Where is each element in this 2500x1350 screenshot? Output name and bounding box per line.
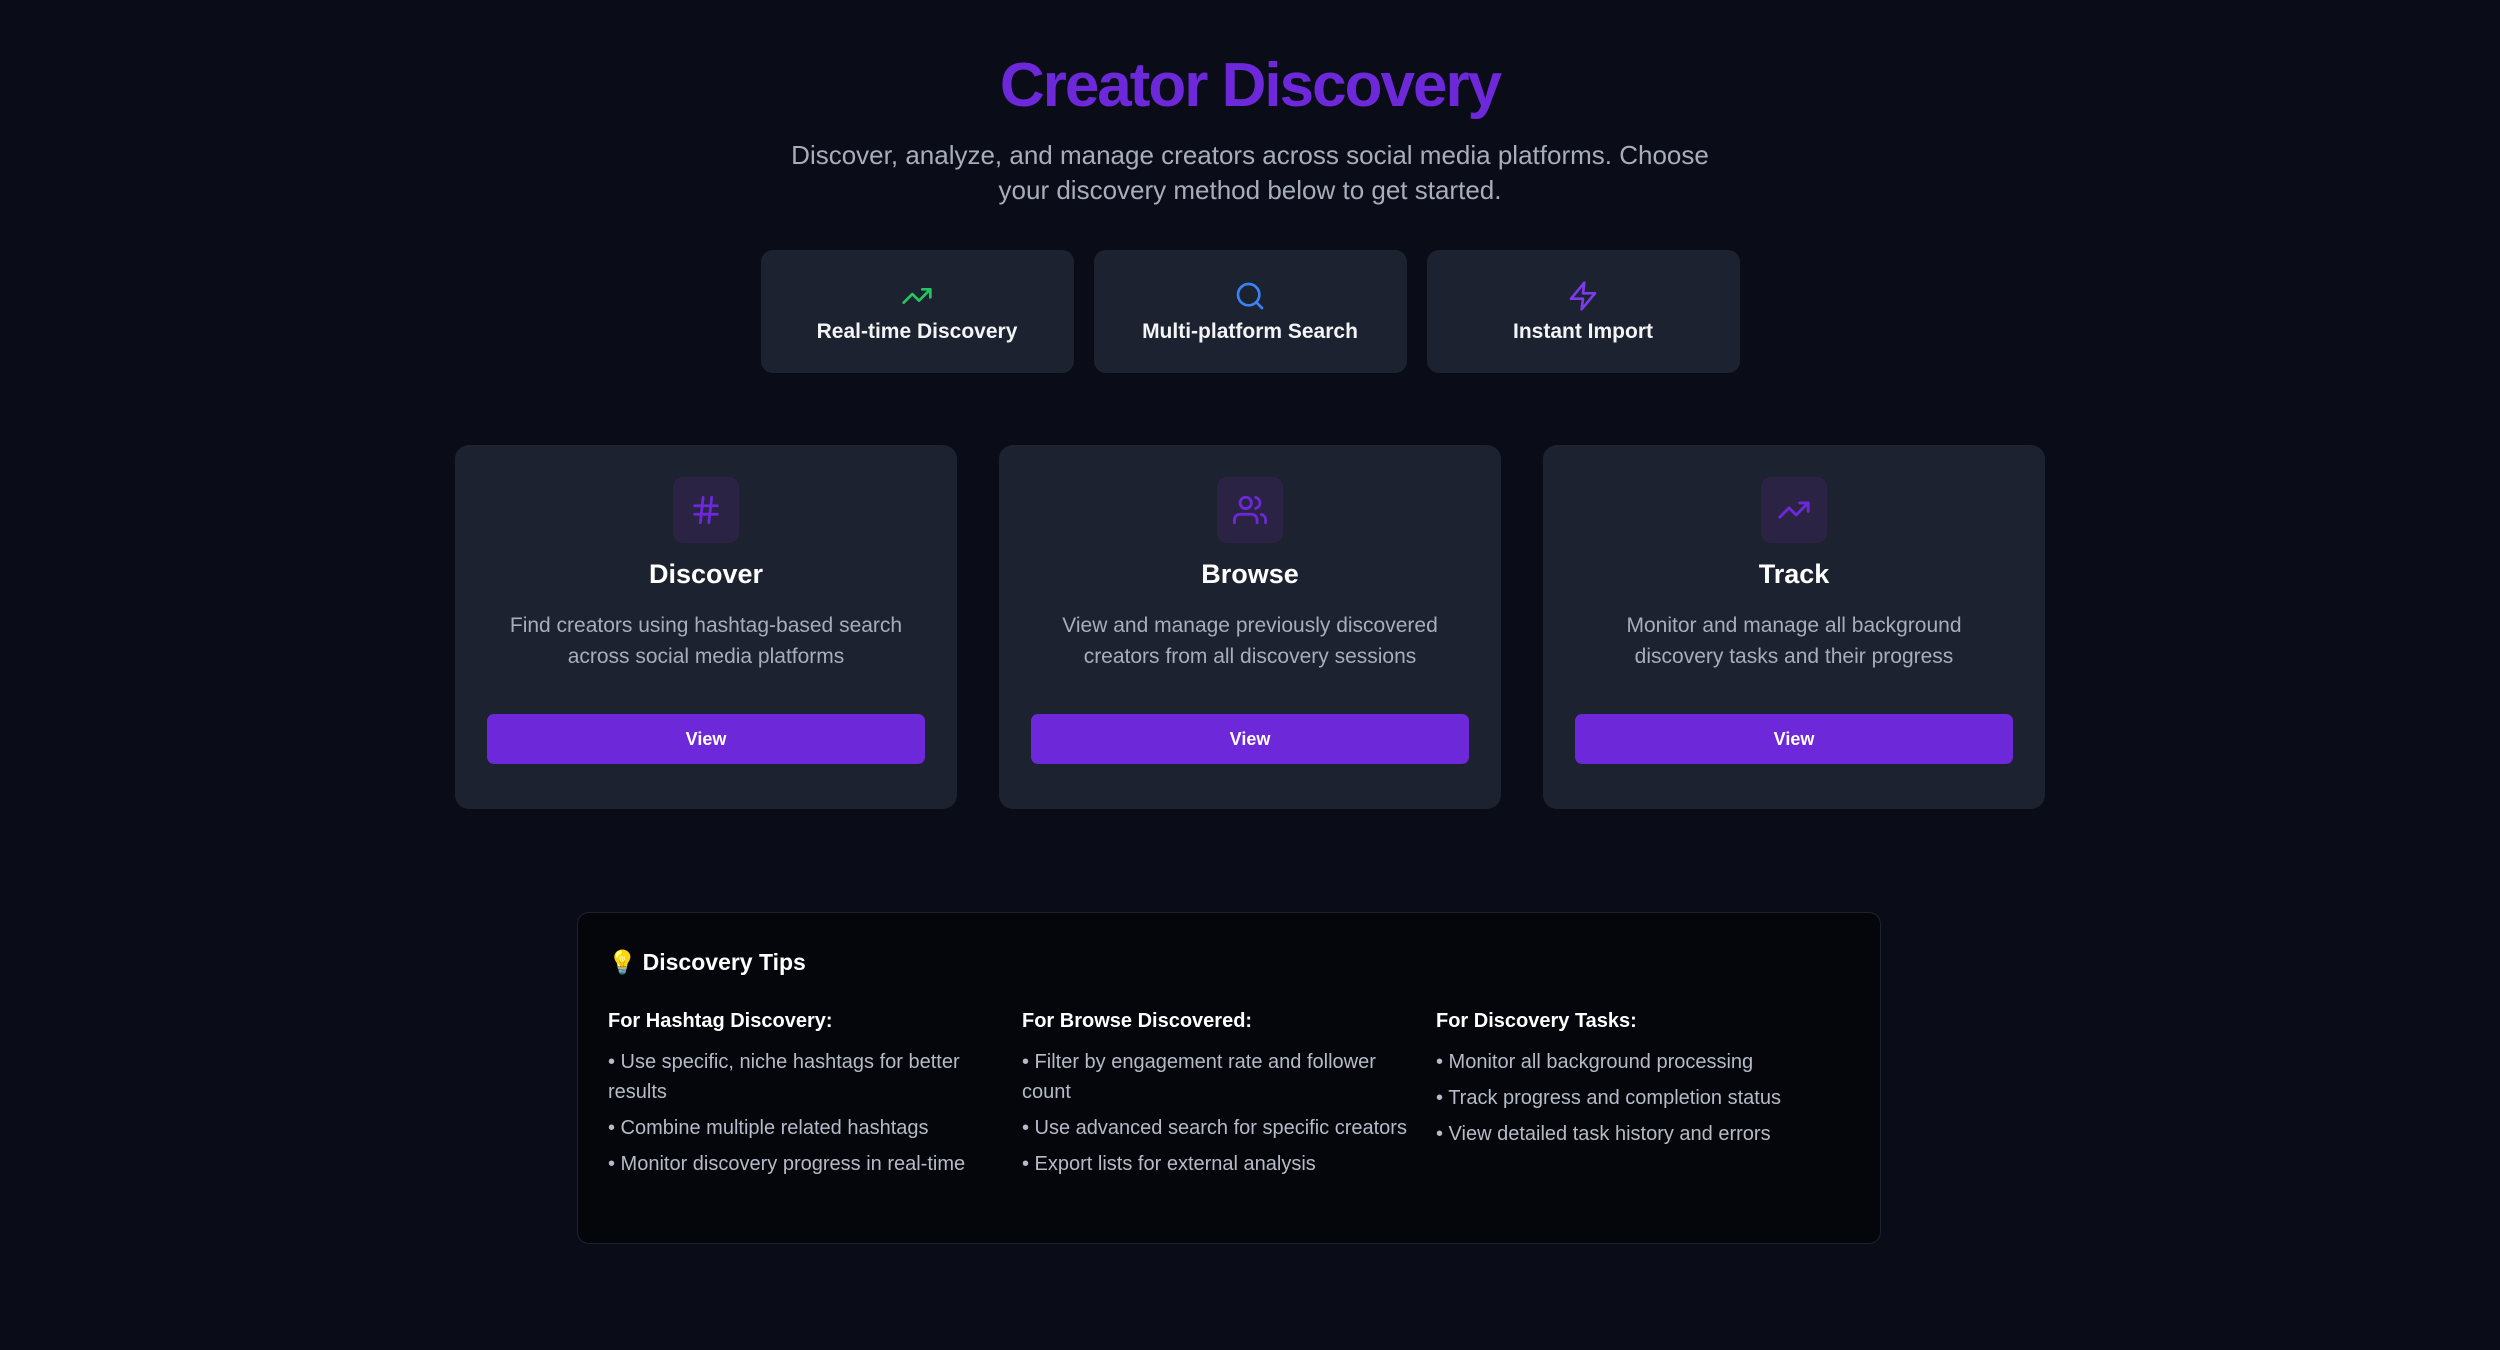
card-title: Track [1758, 559, 1830, 589]
tips-column-title: For Browse Discovered: [1022, 1010, 1253, 1032]
zap-icon [1569, 280, 1597, 311]
list-item: • Combine multiple related hashtags [608, 1117, 929, 1139]
trending-up-icon [902, 287, 932, 304]
tips-columns: For Hashtag Discovery: • Use specific, n… [608, 1010, 1850, 1185]
feature-multi-platform-search: Multi-platform Search [1093, 250, 1407, 373]
list-item: • View detailed task history and errors [1436, 1123, 1771, 1145]
card-description: View and manage previously discovered cr… [1062, 614, 1438, 668]
track-card: Track Monitor and manage all background … [1543, 445, 2045, 809]
page-title: Creator Discovery [999, 51, 1502, 120]
feature-label: Instant Import [1513, 319, 1653, 343]
card-icon-container [673, 477, 739, 543]
search-icon [1236, 282, 1264, 309]
track-view-button[interactable]: View [1575, 714, 2013, 764]
browse-view-button[interactable]: View [1031, 714, 1469, 764]
tips-list: • Monitor all background processing • Tr… [1436, 1047, 1826, 1149]
hashtag-icon [693, 495, 719, 525]
trending-up-icon [1778, 501, 1810, 519]
tips-heading: 💡 Discovery Tips [608, 949, 1850, 976]
card-title: Browse [1201, 559, 1299, 589]
feature-instant-import: Instant Import [1426, 250, 1740, 373]
card-icon-container [1217, 477, 1283, 543]
list-item: • Track progress and completion status [1436, 1087, 1781, 1109]
page: Creator Discovery Discover, analyze, and… [0, 0, 2500, 1350]
discover-card: Discover Find creators using hashtag-bas… [455, 445, 957, 809]
list-item: • Filter by engagement rate and follower… [1022, 1051, 1376, 1103]
tips-column-tasks: For Discovery Tasks: • Monitor all backg… [1436, 1010, 1850, 1185]
users-icon [1233, 495, 1267, 525]
tips-column-title: For Discovery Tasks: [1436, 1010, 1637, 1032]
discover-view-button[interactable]: View [487, 714, 925, 764]
card-icon-container [1761, 477, 1827, 543]
tips-list: • Filter by engagement rate and follower… [1022, 1047, 1412, 1179]
card-title: Discover [648, 559, 764, 589]
page-subtitle: Discover, analyze, and manage creators a… [791, 140, 1709, 205]
list-item: • Use specific, niche hashtags for bette… [608, 1051, 960, 1103]
feature-label: Real-time Discovery [816, 319, 1018, 343]
tips-heading-text: Discovery Tips [642, 949, 806, 975]
list-item: • Monitor all background processing [1436, 1051, 1754, 1073]
browse-card: Browse View and manage previously discov… [999, 445, 1501, 809]
action-cards: Discover Find creators using hashtag-bas… [0, 445, 2500, 809]
card-description: Monitor and manage all background discov… [1626, 614, 1962, 668]
page-header: Creator Discovery Discover, analyze, and… [0, 0, 2500, 208]
feature-real-time-discovery: Real-time Discovery [760, 250, 1074, 373]
tips-column-hashtag: For Hashtag Discovery: • Use specific, n… [608, 1010, 1022, 1185]
list-item: • Monitor discovery progress in real-tim… [608, 1153, 966, 1175]
card-description: Find creators using hashtag-based search… [509, 614, 903, 668]
tips-column-title: For Hashtag Discovery: [608, 1010, 833, 1032]
tips-column-browse: For Browse Discovered: • Filter by engag… [1022, 1010, 1436, 1185]
tips-list: • Use specific, niche hashtags for bette… [608, 1047, 998, 1179]
discovery-tips-panel: 💡 Discovery Tips For Hashtag Discovery: … [577, 912, 1881, 1244]
feature-highlights: Real-time Discovery Multi-platform Searc… [0, 250, 2500, 373]
list-item: • Use advanced search for specific creat… [1022, 1117, 1407, 1139]
lightbulb-icon: 💡 [608, 949, 637, 975]
list-item: • Export lists for external analysis [1022, 1153, 1316, 1175]
feature-label: Multi-platform Search [1142, 319, 1358, 343]
